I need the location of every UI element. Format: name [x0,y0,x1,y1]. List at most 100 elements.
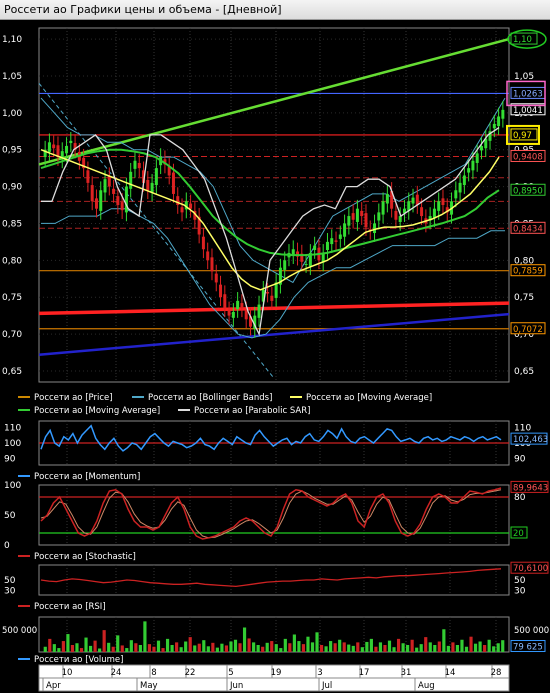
volume-bar [487,639,491,652]
date-day-label: 31 [401,668,412,678]
volume-bar [98,648,102,652]
candle-body [201,236,205,250]
volume-bar [338,639,342,652]
volume-bar [152,646,156,652]
volume-bar [224,645,229,652]
candle-body [467,168,471,173]
rsi-tick-right: 30 [514,587,526,597]
price-tick-right: 1,05 [514,72,534,82]
legend-label: Россети ао [Bollinger Bands] [148,393,272,403]
candle-body [86,170,90,183]
candle-body [355,208,359,222]
candle-body [394,210,398,220]
rsi-tick: 30 [4,587,16,597]
price-tick-left: 0,80 [2,256,22,266]
stochastic-tick-right: 20 [513,529,524,539]
candle-body [171,172,175,194]
rsi-tick-right: 50 [514,576,526,586]
candle-body [240,303,244,309]
volume-bar [306,636,310,652]
candle-body [283,260,287,270]
candle-body [120,202,124,211]
volume-bar [229,641,233,652]
volume-bar [220,643,224,652]
date-day-label: 8 [151,668,156,678]
price-tick-right: 0,65 [514,367,534,377]
volume-bar [247,638,251,652]
legend-label: Россети ао [Stochastic] [34,552,136,562]
volume-bar [93,640,97,652]
volume-bar [129,640,133,652]
date-day-label: 17 [359,668,370,678]
volume-bar [175,642,179,652]
volume-bar [206,646,210,652]
candle-body [99,190,103,211]
volume-bar [415,647,419,652]
volume-bar [469,636,473,652]
volume-bar [270,641,274,652]
candle-body [112,188,116,194]
volume-bar [61,641,65,652]
window-title: Россети ао Графики цены и объема - [Днев… [4,3,282,16]
price-tick-left: 1,05 [2,72,22,82]
volume-bar [238,643,242,652]
volume-bar [455,645,460,652]
legend-label: Россети ао [RSI] [34,602,106,612]
volume-bar [347,644,351,652]
volume-bar [351,645,355,652]
volume-bar [202,640,206,652]
volume-bar [188,637,192,652]
volume-bar [43,646,47,652]
rsi-tick: 50 [4,576,16,586]
legend-label: Россети ао [Moving Average] [306,393,432,403]
momentum-tick-right: 110 [514,423,531,433]
legend-label: Россети ао [Parabolic SAR] [194,406,310,416]
candle-body [415,194,419,205]
candle-body [454,190,458,199]
candle-body [492,123,496,129]
candle-body [137,162,141,169]
volume-bar [102,630,106,652]
candle-body [338,234,342,239]
volume-bar [66,634,70,652]
volume-bar [360,647,364,652]
volume-bar [329,641,333,652]
candle-body [154,168,158,186]
candle-body [52,144,56,149]
volume-bar [215,647,219,652]
volume-bar [401,643,405,652]
volume-bar [197,643,201,652]
candle-body [360,210,364,217]
candle-body [189,203,193,209]
price-tick-left: 1,00 [2,109,22,119]
volume-bar [342,642,346,652]
price-tick-left: 0,90 [2,183,22,193]
volume-bar [256,645,260,652]
momentum-tick: 90 [4,455,16,465]
price-tick-left: 0,85 [2,219,22,229]
candle-body [441,198,445,205]
price-tag-label: 0,8434 [513,224,543,234]
volume-bar [252,642,256,652]
volume-bar [501,640,505,652]
volume-bar [75,643,79,652]
volume-bar [419,644,423,652]
stochastic-tick: 50 [4,511,16,521]
volume-bar [88,645,93,652]
volume-bar [156,640,161,652]
price-tag-label: 0,8950 [513,186,543,196]
candle-body [65,146,69,154]
stochastic-tick-right: 80 [514,493,526,503]
volume-bar [193,645,197,652]
price-tick-left: 1,10 [2,35,22,45]
date-month-label: Aug [418,681,435,691]
stochastic-tick: 100 [4,481,21,491]
volume-bar [52,644,56,652]
volume-bar [310,642,315,652]
volume-bar [396,638,401,652]
candle-body [214,273,218,283]
volume-bar [492,646,496,652]
candle-body [103,179,107,193]
date-month-label: Jul [321,681,332,691]
momentum-tick: 110 [4,423,21,433]
